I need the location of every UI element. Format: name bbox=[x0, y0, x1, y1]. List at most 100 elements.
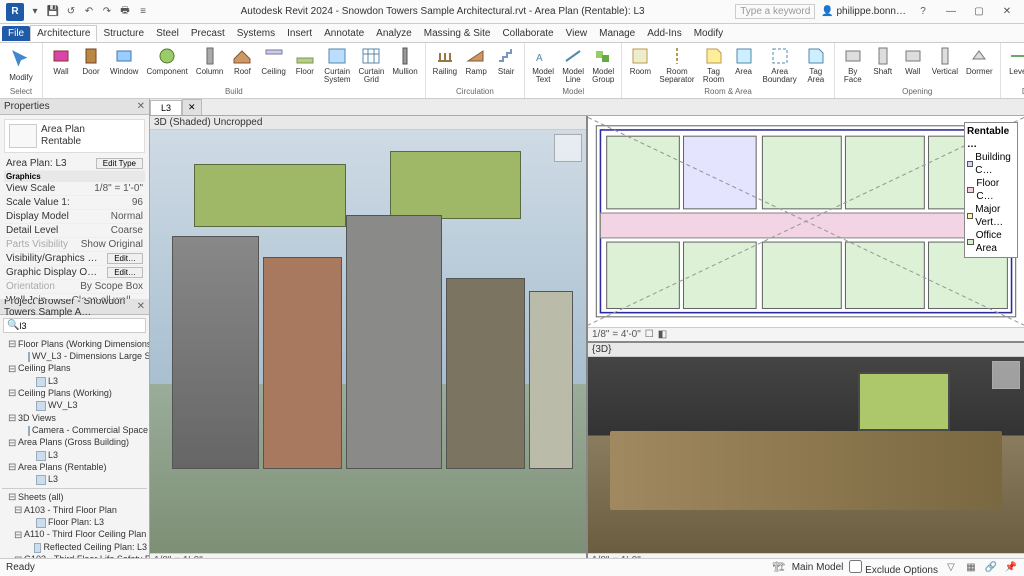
view-cb-icon[interactable]: ◧ bbox=[658, 329, 667, 340]
prop-edit-button[interactable]: Edit… bbox=[107, 267, 143, 278]
rbtn-wall[interactable]: Wall bbox=[899, 44, 927, 86]
tree-item[interactable]: L3 bbox=[2, 474, 147, 486]
rbtn-vertical[interactable]: Vertical bbox=[929, 44, 961, 86]
qat-redo-icon[interactable]: ↷ bbox=[100, 5, 114, 19]
rbtn-modelline[interactable]: ModelLine bbox=[559, 44, 587, 86]
rbtn-wall[interactable]: Wall bbox=[47, 44, 75, 86]
menu-structure[interactable]: Structure bbox=[97, 26, 150, 41]
view-pane-area-plan[interactable]: Rentable …Building C…Floor C…Major Vert…… bbox=[588, 116, 1024, 341]
menu-systems[interactable]: Systems bbox=[231, 26, 281, 41]
properties-close-icon[interactable]: ✕ bbox=[137, 101, 145, 112]
view-pane-3d-shaded[interactable]: 3D (Shaded) Uncropped 1/8" = 1'-0" bbox=[150, 116, 586, 558]
sb-select-icon[interactable]: ▦ bbox=[964, 561, 978, 575]
qat-measure-icon[interactable]: ≡ bbox=[136, 5, 150, 19]
tree-item[interactable]: WV_L3 bbox=[2, 400, 147, 412]
rbtn-railing[interactable]: Railing bbox=[430, 44, 460, 86]
view-control-bar[interactable]: 1/8" = 4'-0" ☐ ◧ bbox=[588, 327, 1024, 341]
rbtn-stair[interactable]: Stair bbox=[492, 44, 520, 86]
rbtn-modelgroup[interactable]: ModelGroup bbox=[589, 44, 617, 86]
rbtn-tagarea[interactable]: TagArea bbox=[802, 44, 830, 86]
tree-item[interactable]: ⊟ Area Plans (Gross Building) bbox=[2, 437, 147, 450]
tree-item[interactable]: ⊟ Area Plans (Rentable) bbox=[2, 461, 147, 474]
menu-file[interactable]: File bbox=[2, 26, 30, 41]
tree-item[interactable]: ⊟ Ceiling Plans bbox=[2, 363, 147, 376]
close-icon[interactable]: ✕ bbox=[996, 3, 1018, 21]
minimize-icon[interactable]: — bbox=[940, 3, 962, 21]
rbtn-roof[interactable]: Roof bbox=[228, 44, 256, 86]
menu-massingsite[interactable]: Massing & Site bbox=[418, 26, 497, 41]
instance-selector[interactable]: Area Plan: L3 bbox=[6, 158, 67, 169]
search-help-field[interactable]: Type a keyword bbox=[735, 4, 815, 19]
rbtn-mullion[interactable]: Mullion bbox=[389, 44, 420, 86]
workset-icon[interactable]: 🏗 bbox=[772, 561, 786, 575]
qat-print-icon[interactable]: 🖶 bbox=[118, 5, 132, 19]
tree-item[interactable]: L3 bbox=[2, 450, 147, 462]
prop-row[interactable]: View Scale1/8" = 1'-0" bbox=[4, 182, 145, 196]
maximize-icon[interactable]: ▢ bbox=[968, 3, 990, 21]
qat-undo-icon[interactable]: ↶ bbox=[82, 5, 96, 19]
qat-save-icon[interactable]: 💾 bbox=[46, 5, 60, 19]
view-cb-icon[interactable]: ☐ bbox=[645, 329, 654, 340]
tree-item[interactable]: L3 bbox=[2, 376, 147, 388]
rbtn-tagroom[interactable]: TagRoom bbox=[700, 44, 728, 86]
rbtn-level[interactable]: Level bbox=[1005, 44, 1024, 86]
view-control-bar[interactable]: 1/8" = 1'-0" bbox=[150, 553, 586, 558]
tree-item[interactable]: ⊟ Floor Plans (Working Dimensions) bbox=[2, 338, 147, 351]
rbtn-area[interactable]: Area bbox=[730, 44, 758, 86]
rbtn-window[interactable]: Window bbox=[107, 44, 141, 86]
qat-open-icon[interactable]: ▾ bbox=[28, 5, 42, 19]
menu-view[interactable]: View bbox=[560, 26, 594, 41]
rbtn-ramp[interactable]: Ramp bbox=[462, 44, 490, 86]
tree-item[interactable]: Reflected Ceiling Plan: L3 bbox=[2, 542, 147, 554]
rbtn-component[interactable]: Component bbox=[143, 44, 190, 86]
threeview-canvas[interactable] bbox=[150, 130, 586, 553]
tree-item[interactable]: ⊟ 3D Views bbox=[2, 412, 147, 425]
prop-row[interactable]: Scale Value 1:96 bbox=[4, 196, 145, 210]
edit-type-button[interactable]: Edit Type bbox=[96, 158, 143, 169]
menu-modify[interactable]: Modify bbox=[688, 26, 729, 41]
help-icon[interactable]: ? bbox=[912, 3, 934, 21]
rbtn-dormer[interactable]: Dormer bbox=[963, 44, 996, 86]
search-input[interactable] bbox=[19, 321, 142, 331]
rbtn-floor[interactable]: Floor bbox=[291, 44, 319, 86]
main-model-button[interactable]: Main Model bbox=[792, 562, 844, 573]
floor-plan-canvas[interactable] bbox=[588, 116, 1024, 327]
prop-row[interactable]: Graphic Display O…Edit… bbox=[4, 266, 145, 280]
sb-pin-icon[interactable]: 📌 bbox=[1004, 561, 1018, 575]
menu-manage[interactable]: Manage bbox=[593, 26, 641, 41]
project-browser-close-icon[interactable]: ✕ bbox=[137, 301, 145, 312]
view-cube[interactable] bbox=[992, 361, 1020, 389]
type-selector[interactable]: Area PlanRentable bbox=[4, 119, 145, 153]
tree-item[interactable]: WV_L3 - Dimensions Large Scale bbox=[2, 351, 147, 363]
exclude-options-checkbox[interactable]: Exclude Options bbox=[849, 560, 938, 576]
rbtn-modeltext[interactable]: AModelText bbox=[529, 44, 557, 86]
tree-item[interactable]: ⊟ A110 - Third Floor Ceiling Plan bbox=[2, 529, 147, 542]
tree-item[interactable]: ⊟ Ceiling Plans (Working) bbox=[2, 387, 147, 400]
menu-architecture[interactable]: Architecture bbox=[30, 25, 97, 41]
view-control-bar[interactable]: 1/8" = 1'-0" bbox=[588, 553, 1024, 558]
project-browser-search[interactable]: 🔍 bbox=[3, 318, 146, 333]
prop-row[interactable]: Detail LevelCoarse bbox=[4, 224, 145, 238]
menu-analyze[interactable]: Analyze bbox=[370, 26, 418, 41]
view-pane-camera-3d[interactable]: {3D} 1/8" = 1'-0" bbox=[588, 343, 1024, 558]
menu-annotate[interactable]: Annotate bbox=[318, 26, 370, 41]
view-cube[interactable] bbox=[554, 134, 582, 162]
rbtn-shaft[interactable]: Shaft bbox=[869, 44, 897, 86]
rbtn-ceiling[interactable]: Ceiling bbox=[258, 44, 288, 86]
menu-insert[interactable]: Insert bbox=[281, 26, 318, 41]
menu-precast[interactable]: Precast bbox=[185, 26, 231, 41]
prop-row[interactable]: Display ModelNormal bbox=[4, 210, 145, 224]
rbtn-room[interactable]: Room bbox=[626, 44, 654, 86]
view-tab-close-icon[interactable]: ✕ bbox=[182, 99, 202, 115]
menu-collaborate[interactable]: Collaborate bbox=[496, 26, 559, 41]
rbtn-byface[interactable]: ByFace bbox=[839, 44, 867, 86]
prop-edit-button[interactable]: Edit… bbox=[107, 253, 143, 264]
rbtn-curtaingrid[interactable]: CurtainGrid bbox=[356, 44, 388, 86]
rbtn-roomseparator[interactable]: RoomSeparator bbox=[656, 44, 697, 86]
sb-link-icon[interactable]: 🔗 bbox=[984, 561, 998, 575]
view-tab-l3[interactable]: L3 bbox=[150, 100, 182, 115]
sb-filter-icon[interactable]: ▽ bbox=[944, 561, 958, 575]
prop-row[interactable]: Visibility/Graphics …Edit… bbox=[4, 252, 145, 266]
tree-item[interactable]: ⊟ A103 - Third Floor Plan bbox=[2, 504, 147, 517]
rbtn-column[interactable]: Column bbox=[193, 44, 227, 86]
